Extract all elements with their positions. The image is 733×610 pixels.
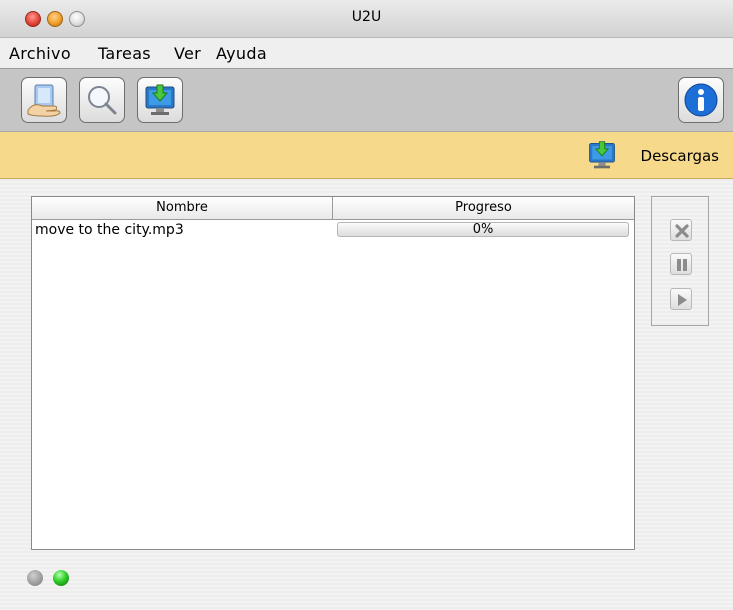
shared-files-hand-icon xyxy=(27,84,61,117)
progress-text: 0% xyxy=(472,222,494,237)
cancel-download-button[interactable] xyxy=(670,219,692,241)
menu-archivo[interactable]: Archivo xyxy=(9,44,71,63)
pause-download-button[interactable] xyxy=(670,253,692,275)
table-header: Nombre Progreso xyxy=(32,197,634,220)
download-name: move to the city.mp3 xyxy=(35,222,184,238)
menu-bar: Archivo Tareas Ver Ayuda xyxy=(0,38,733,69)
shared-files-button[interactable] xyxy=(21,77,67,123)
section-banner: Descargas xyxy=(0,132,733,179)
window-title: U2U xyxy=(351,9,382,25)
downloads-button[interactable] xyxy=(137,77,183,123)
section-title: Descargas xyxy=(640,147,719,165)
info-button[interactable] xyxy=(678,77,724,123)
cancel-icon xyxy=(675,224,689,238)
status-indicator-gray xyxy=(27,570,43,586)
pause-icon xyxy=(677,259,687,271)
table-row[interactable]: move to the city.mp3 0% xyxy=(32,220,634,240)
search-button[interactable] xyxy=(79,77,125,123)
main-content: Nombre Progreso move to the city.mp3 0% xyxy=(0,179,733,610)
download-progress-bar: 0% xyxy=(337,222,629,237)
download-controls xyxy=(651,196,709,326)
column-header-nombre[interactable]: Nombre xyxy=(32,200,332,215)
title-bar: U2U xyxy=(0,0,733,38)
status-indicator-green xyxy=(53,570,69,586)
menu-ayuda[interactable]: Ayuda xyxy=(216,44,267,63)
column-header-progreso[interactable]: Progreso xyxy=(333,200,634,215)
info-icon xyxy=(684,83,718,117)
downloads-monitor-icon xyxy=(145,84,175,115)
resume-download-button[interactable] xyxy=(670,288,692,310)
menu-ver[interactable]: Ver xyxy=(174,44,201,63)
play-icon xyxy=(678,294,687,306)
downloads-table[interactable]: Nombre Progreso move to the city.mp3 0% xyxy=(31,196,635,550)
menu-tareas[interactable]: Tareas xyxy=(98,44,151,63)
downloads-monitor-icon xyxy=(589,141,615,169)
search-magnifier-icon xyxy=(88,86,117,115)
app-window: U2U Archivo Tareas Ver Ayuda Descargas N… xyxy=(0,0,733,610)
toolbar xyxy=(0,69,733,132)
